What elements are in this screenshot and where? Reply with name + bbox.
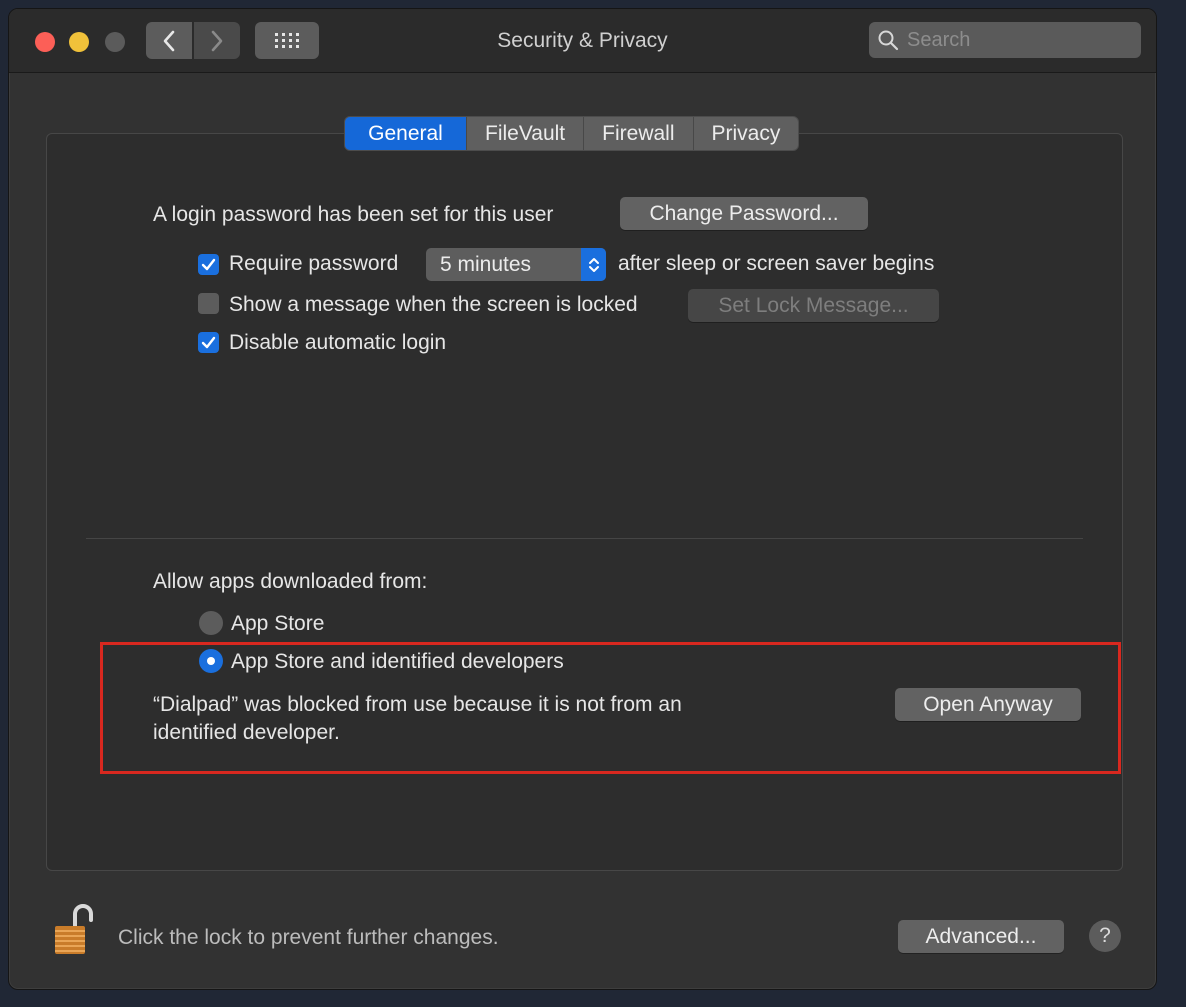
highlight-annotation-box [100, 642, 1121, 774]
radio-app-store-label: App Store [231, 612, 325, 635]
tab-general[interactable]: General [345, 117, 466, 150]
require-password-label: Require password [229, 252, 399, 275]
checkmark-icon [201, 336, 216, 349]
disable-auto-login-checkbox[interactable] [198, 332, 219, 353]
set-lock-message-button[interactable]: Set Lock Message... [688, 289, 939, 322]
password-interval-value: 5 minutes [440, 253, 532, 276]
require-password-suffix: after sleep or screen saver begins [618, 252, 935, 275]
help-button[interactable]: ? [1089, 920, 1121, 952]
disable-auto-login-label: Disable automatic login [229, 331, 447, 354]
lock-hint-text: Click the lock to prevent further change… [118, 926, 499, 949]
show-message-checkbox[interactable] [198, 293, 219, 314]
tab-bar: General FileVault Firewall Privacy [344, 116, 800, 151]
show-message-label: Show a message when the screen is locked [229, 293, 638, 316]
allow-apps-heading: Allow apps downloaded from: [153, 570, 428, 593]
checkmark-icon [201, 258, 216, 271]
search-icon [878, 30, 899, 51]
tab-privacy[interactable]: Privacy [692, 117, 799, 150]
advanced-button[interactable]: Advanced... [898, 920, 1064, 953]
unlocked-padlock-icon[interactable] [53, 902, 93, 963]
search-input[interactable] [905, 27, 1129, 53]
section-divider [86, 538, 1083, 539]
radio-app-store[interactable] [199, 611, 223, 635]
login-password-text: A login password has been set for this u… [153, 203, 554, 226]
preferences-window: Security & Privacy General FileVault Fir… [8, 8, 1157, 990]
title-bar: Security & Privacy [9, 9, 1156, 73]
change-password-button[interactable]: Change Password... [620, 197, 868, 230]
tab-filevault[interactable]: FileVault [466, 117, 583, 150]
search-field[interactable] [869, 22, 1141, 58]
popup-stepper-icon [581, 248, 606, 281]
password-interval-popup[interactable]: 5 minutes [426, 248, 606, 281]
require-password-checkbox[interactable] [198, 254, 219, 275]
tab-firewall[interactable]: Firewall [583, 117, 692, 150]
